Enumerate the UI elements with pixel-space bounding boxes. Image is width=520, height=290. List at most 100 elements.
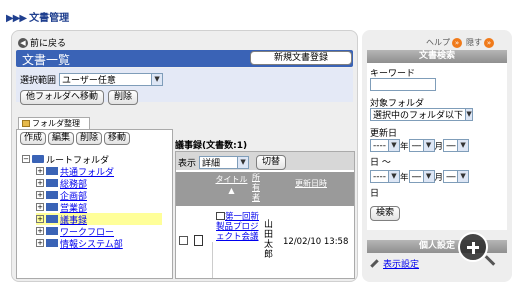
help-arrow-icon: » <box>452 37 462 48</box>
display-row: 表示 詳細 ▼ 切替 <box>178 155 287 170</box>
tree-children: + 共通フォルダ + 総務部 + 企画部 + 営業部 + 議事録 + ワークフロ… <box>36 165 162 250</box>
column-owner[interactable]: 所有者 <box>252 173 266 203</box>
column-updated[interactable]: 更新日時 <box>270 178 352 189</box>
tree-item-common[interactable]: + 共通フォルダ <box>36 165 162 178</box>
expand-icon: + <box>36 227 44 235</box>
row-updated: 12/02/10 13:58 <box>283 237 349 247</box>
search-button[interactable]: 検索 <box>370 206 401 221</box>
month-suffix: 月 <box>434 141 444 152</box>
display-select-value: 詳細 <box>202 159 221 169</box>
column-title[interactable]: タイトル ▲ <box>213 174 250 196</box>
tree-item-info-systems[interactable]: + 情報システム部 <box>36 237 162 250</box>
folder-icon <box>46 167 58 175</box>
expand-icon: + <box>36 167 44 175</box>
from-year-select[interactable]: ---- ▼ <box>370 139 400 152</box>
hide-arrow-icon: » <box>484 37 494 48</box>
doclist-heading: 議事録(文書数:1) <box>175 141 248 151</box>
folder-create-button[interactable]: 作成 <box>20 132 47 145</box>
pencil-icon <box>370 259 379 268</box>
chevron-down-icon: ▼ <box>457 140 469 151</box>
new-document-button[interactable]: 新規文書登録 <box>250 51 352 65</box>
row-checkbox[interactable] <box>179 236 188 245</box>
delete-button[interactable]: 削除 <box>108 90 139 105</box>
folder-organize-tab-label: フォルダ整理 <box>32 119 80 128</box>
folder-icon <box>46 227 58 235</box>
chevron-down-icon: ▼ <box>465 109 472 120</box>
tree-item-workflow[interactable]: + ワークフロー <box>36 225 162 238</box>
folder-icon <box>46 239 58 247</box>
to-month-select[interactable]: ---- ▼ <box>408 170 435 183</box>
tree-item-minutes-selected[interactable]: + 議事録 <box>36 213 162 226</box>
chevron-down-icon: ▼ <box>457 171 469 182</box>
back-link[interactable]: ◀ 前に戻る <box>18 36 66 49</box>
from-day-value: ---- <box>446 140 456 151</box>
folder-tree: − ルートフォルダ <box>22 153 109 166</box>
target-folder-value: 選択中のフォルダ以下 <box>373 111 464 121</box>
from-year-value: ---- <box>373 140 386 151</box>
folder-edit-icon <box>22 120 30 127</box>
folder-buttons: 作成 編集 削除 移動 <box>20 132 131 145</box>
to-day-select[interactable]: ---- ▼ <box>443 170 470 183</box>
tree-item-general-affairs[interactable]: + 総務部 <box>36 177 162 190</box>
tree-root[interactable]: − ルートフォルダ <box>22 153 109 166</box>
collapse-icon: − <box>22 155 30 163</box>
chevron-down-icon: ▼ <box>151 74 163 85</box>
scope-select[interactable]: ユーザー任意 ▼ <box>59 73 164 86</box>
chevron-down-icon: ▼ <box>422 140 434 151</box>
date-to-row: ---- ▼ 年 ---- ▼ 月 ---- ▼ <box>370 170 470 183</box>
from-month-select[interactable]: ---- ▼ <box>408 139 435 152</box>
sort-asc-icon: ▲ <box>228 186 235 195</box>
folder-edit-button[interactable]: 編集 <box>48 132 75 145</box>
from-day-select[interactable]: ---- ▼ <box>443 139 470 152</box>
zoom-in-icon[interactable] <box>458 232 488 262</box>
column-divider <box>212 242 213 278</box>
zoom-handle <box>484 255 496 266</box>
app-title: ▶▶▶ 文書管理 <box>6 9 69 24</box>
keyword-input[interactable] <box>370 78 436 91</box>
to-month-value: ---- <box>411 171 422 182</box>
folder-move-button[interactable]: 移動 <box>104 132 131 145</box>
folder-icon <box>46 215 58 223</box>
chevron-down-icon: ▼ <box>388 140 399 151</box>
expand-icon: + <box>36 215 44 223</box>
column-title-label: タイトル <box>215 175 248 184</box>
app-title-text: 文書管理 <box>29 13 70 24</box>
scope-label: 選択範囲 <box>20 76 57 86</box>
month-suffix: 月 <box>434 172 444 183</box>
folder-delete-button[interactable]: 削除 <box>76 132 103 145</box>
from-month-value: ---- <box>411 140 422 151</box>
plus-vertical-bar <box>471 241 475 254</box>
row-title-cell[interactable]: 第一回新製品プロジェクト会議 <box>216 212 260 242</box>
title-arrows-icon: ▶▶▶ <box>6 13 27 24</box>
back-link-label: 前に戻る <box>30 39 67 49</box>
target-folder-select[interactable]: 選択中のフォルダ以下 ▼ <box>370 108 473 121</box>
move-delete-row: 他フォルダへ移動 削除 <box>20 90 139 105</box>
page-title: 文書一覧 <box>22 53 71 67</box>
display-settings-label: 表示設定 <box>383 260 420 270</box>
tree-item-planning[interactable]: + 企画部 <box>36 189 162 202</box>
updated-date-label: 更新日 <box>370 129 398 139</box>
expand-icon: + <box>36 179 44 187</box>
day-suffix-label: 日 <box>370 189 380 199</box>
search-heading: 文書検索 <box>367 50 507 63</box>
folder-icon <box>32 155 44 163</box>
folder-organize-tab[interactable]: フォルダ整理 <box>18 117 90 129</box>
header-links: ヘルプ » 隠す » <box>426 37 494 48</box>
toggle-button[interactable]: 切替 <box>256 155 287 170</box>
display-select[interactable]: 詳細 ▼ <box>199 156 250 169</box>
chevron-down-icon: ▼ <box>388 171 399 182</box>
date-from-row: ---- ▼ 年 ---- ▼ 月 ---- ▼ <box>370 139 470 152</box>
tree-item-label: 情報システム部 <box>60 239 123 250</box>
move-to-folder-button[interactable]: 他フォルダへ移動 <box>20 90 105 105</box>
row-owner: 山田太郎 <box>264 220 274 260</box>
hide-link[interactable]: 隠す <box>466 37 482 48</box>
to-year-select[interactable]: ---- ▼ <box>370 170 400 183</box>
help-link[interactable]: ヘルプ <box>426 37 450 48</box>
folder-icon <box>46 203 58 211</box>
document-edit-icon <box>216 212 225 220</box>
tree-item-sales[interactable]: + 営業部 <box>36 201 162 214</box>
expand-icon: + <box>36 203 44 211</box>
document-list-panel: ◀ 前に戻る 文書一覧 新規文書登録 選択範囲 ユーザー任意 ▼ 他フォルダへ移… <box>11 30 358 282</box>
expand-icon: + <box>36 191 44 199</box>
display-settings-link[interactable]: 表示設定 <box>370 257 419 270</box>
